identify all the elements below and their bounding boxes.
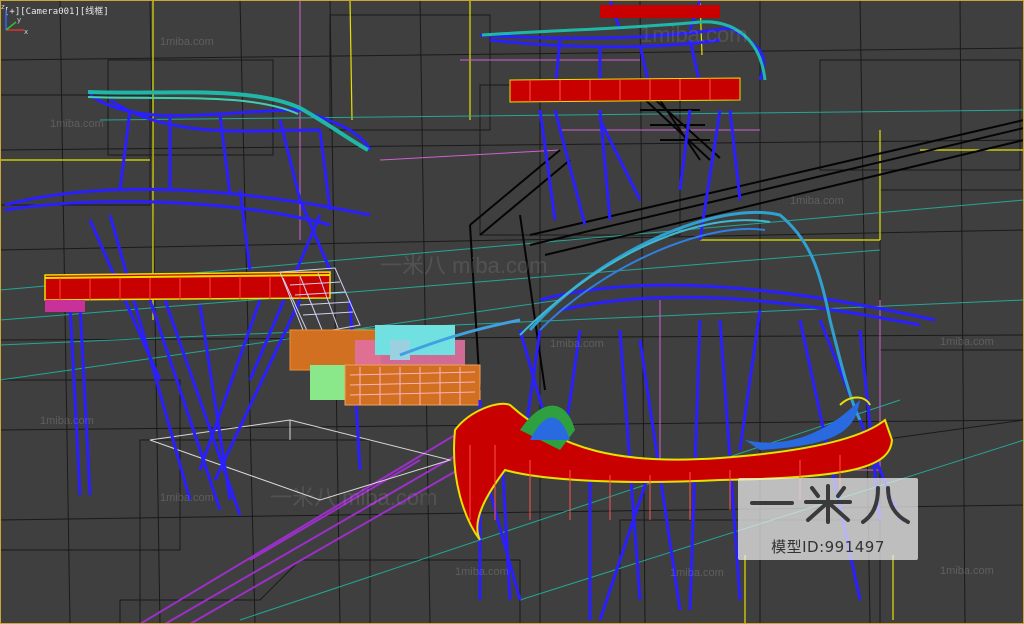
watermark-site: 1miba.com (670, 567, 724, 579)
watermark-site-large: 1miba.com (640, 22, 748, 47)
watermark-site: 1miba.com (50, 118, 104, 130)
watermark-site: 1miba.com (940, 336, 994, 348)
brand-badge: 模型ID:991497 (738, 478, 918, 560)
camera-viewport[interactable]: [+][Camera001][线框] 1miba.com 1miba.com 1… (0, 0, 1024, 624)
watermark-site: 1miba.com (40, 415, 94, 427)
axis-x-label: x (24, 28, 28, 36)
axis-gizmo: z x y (1, 3, 28, 36)
center-pavilion (289, 318, 521, 406)
watermark-brand: 一米八 miba.com (380, 253, 548, 278)
axis-y-label: y (17, 16, 21, 24)
brand-logo (750, 484, 910, 524)
watermark-brand: 一米八 miba.com (270, 485, 438, 510)
watermark-site: 1miba.com (550, 338, 604, 350)
axis-z-label: z (1, 3, 5, 11)
model-id-text: 模型ID:991497 (771, 538, 885, 556)
watermark-site: 1miba.com (940, 565, 994, 577)
watermark-site: 1miba.com (455, 566, 509, 578)
watermark-site: 1miba.com (790, 195, 844, 207)
watermark-site: 1miba.com (160, 36, 214, 48)
watermark-site: 1miba.com (160, 492, 214, 504)
viewport-shading-label[interactable]: [线框] (80, 7, 109, 17)
